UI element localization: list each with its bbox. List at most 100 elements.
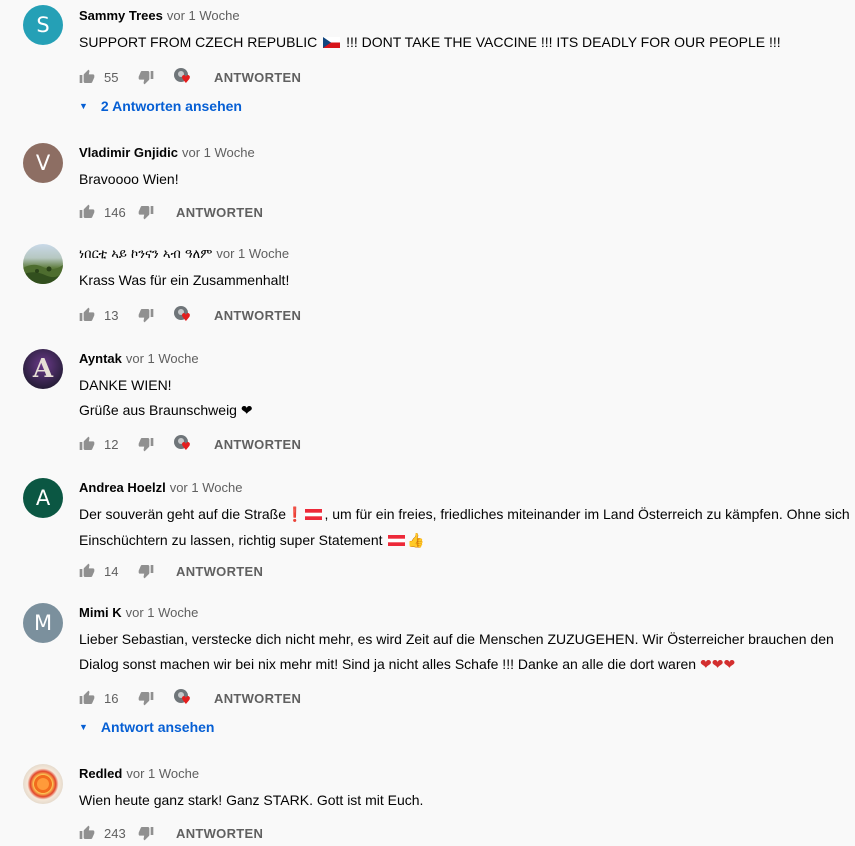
avatar[interactable] (23, 764, 63, 804)
comment-header: Sammy Trees vor 1 Woche (79, 8, 240, 24)
exclamation-emoji: ❗ (286, 507, 304, 523)
reply-button[interactable]: ANTWORTEN (176, 205, 263, 220)
comment-text-line: DANKE WIEN! (79, 377, 172, 393)
hearts-emoji: ❤❤❤ (699, 657, 736, 673)
comment-text: DANKE WIEN! Grüße aus Braunschweig ❤ (79, 373, 849, 424)
thumbs-down-icon[interactable] (138, 69, 154, 85)
author-name[interactable]: Vladimir Gnjidic (79, 145, 178, 160)
comment-text: Krass Was für ein Zusammenhalt! (79, 272, 290, 288)
author-name[interactable]: Ayntak (79, 351, 122, 366)
reply-button[interactable]: ANTWORTEN (176, 564, 263, 579)
landscape-avatar-icon (23, 264, 63, 284)
thumbs-up-icon[interactable] (79, 563, 95, 579)
avatar-letter: A (32, 354, 54, 384)
comment-text: Wien heute ganz stark! Ganz STARK. Gott … (79, 792, 424, 808)
avatar[interactable]: V (23, 143, 63, 183)
sun-avatar-icon (34, 775, 52, 793)
view-replies-label: 2 Antworten ansehen (100, 98, 242, 114)
thumbs-up-icon[interactable] (79, 204, 95, 220)
thumbs-up-emoji: 👍 (407, 533, 425, 549)
comment-time[interactable]: vor 1 Woche (126, 351, 199, 366)
comment-actions: 243 ANTWORTEN (79, 823, 263, 843)
comment-text: Der souverän geht auf die Straße❗ , um fü… (79, 502, 850, 554)
thumbs-up-icon[interactable] (79, 690, 95, 706)
like-count: 12 (104, 436, 119, 452)
comment-text: Lieber Sebastian, verstecke dich nicht m… (79, 627, 849, 678)
thumbs-down-icon[interactable] (138, 690, 154, 706)
thumbs-up-icon[interactable] (79, 307, 95, 323)
austria-flag-icon (305, 509, 323, 520)
comment-text-line: Lieber Sebastian, verstecke dich nicht m… (79, 631, 834, 647)
comment-time[interactable]: vor 1 Woche (167, 8, 240, 23)
view-replies-button[interactable]: ▼ Antwort ansehen (79, 719, 215, 735)
comment-text-part: !!! DONT TAKE THE VACCINE !!! ITS DEADLY… (342, 34, 781, 50)
comment-header: Ayntak vor 1 Woche (79, 351, 199, 367)
like-count: 146 (104, 204, 126, 220)
avatar[interactable] (23, 244, 63, 284)
creator-heart-icon: ♥ (174, 435, 192, 453)
avatar[interactable]: S (23, 5, 63, 45)
comment-text: Bravoooo Wien! (79, 171, 179, 187)
reply-button[interactable]: ANTWORTEN (176, 826, 263, 841)
avatar-letter: V (35, 151, 51, 175)
thumbs-down-icon[interactable] (138, 436, 154, 452)
thumbs-down-icon[interactable] (138, 204, 154, 220)
creator-heart-icon: ♥ (174, 689, 192, 707)
creator-heart-icon: ♥ (174, 306, 192, 324)
heart-emoji: ❤ (240, 403, 253, 419)
chevron-down-icon: ▼ (79, 101, 88, 111)
chevron-down-icon: ▼ (79, 722, 88, 732)
comment-text-line: Dialog sonst machen wir bei nix mehr mit… (79, 656, 700, 672)
author-name[interactable]: ነበርቲ ኣይ ኮንናን ኣብ ዓለም (79, 247, 212, 262)
author-name[interactable]: Sammy Trees (79, 8, 163, 23)
reply-button[interactable]: ANTWORTEN (214, 691, 301, 706)
thumbs-down-icon[interactable] (138, 307, 154, 323)
thumbs-down-icon[interactable] (138, 563, 154, 579)
reply-button[interactable]: ANTWORTEN (214, 308, 301, 323)
comment-actions: 55 ♥ ANTWORTEN (79, 67, 301, 87)
comment-actions: 13 ♥ ANTWORTEN (79, 305, 301, 325)
comment-text-line: Grüße aus Braunschweig (79, 402, 241, 418)
comment-header: Redled vor 1 Woche (79, 766, 199, 782)
thumbs-up-icon[interactable] (79, 69, 95, 85)
avatar-letter: M (33, 611, 53, 635)
comment-header: Andrea Hoelzl vor 1 Woche (79, 480, 242, 496)
comment-header: Vladimir Gnjidic vor 1 Woche (79, 145, 255, 161)
thumbs-down-icon[interactable] (138, 825, 154, 841)
comment-actions: 12 ♥ ANTWORTEN (79, 434, 301, 454)
avatar[interactable]: M (23, 603, 63, 643)
czech-flag-icon (323, 37, 341, 48)
comment-header: Mimi K vor 1 Woche (79, 605, 198, 621)
like-count: 14 (104, 563, 119, 579)
avatar-letter: A (35, 486, 51, 510)
comment-text-part: Einschüchtern zu lassen, richtig super S… (79, 532, 387, 548)
author-name[interactable]: Mimi K (79, 605, 122, 620)
comment-text-part: Der souverän geht auf die Straße (79, 506, 287, 522)
like-count: 243 (104, 825, 126, 841)
comment-text-part: , um für ein freies, friedliches miteina… (324, 506, 850, 522)
comment-time[interactable]: vor 1 Woche (126, 605, 199, 620)
avatar[interactable]: A (23, 349, 63, 389)
like-count: 55 (104, 69, 119, 85)
like-count: 13 (104, 307, 119, 323)
comment-time[interactable]: vor 1 Woche (126, 766, 199, 781)
comment-actions: 14 ANTWORTEN (79, 561, 263, 581)
comment-time[interactable]: vor 1 Woche (182, 145, 255, 160)
view-replies-button[interactable]: ▼ 2 Antworten ansehen (79, 98, 242, 114)
creator-heart-icon: ♥ (174, 68, 192, 86)
author-name[interactable]: Redled (79, 766, 122, 781)
view-replies-label: Antwort ansehen (100, 719, 215, 735)
reply-button[interactable]: ANTWORTEN (214, 70, 301, 85)
thumbs-up-icon[interactable] (79, 825, 95, 841)
comment-text-part: SUPPORT FROM CZECH REPUBLIC (79, 34, 322, 50)
austria-flag-icon (388, 535, 406, 546)
comment-time[interactable]: vor 1 Woche (216, 246, 289, 261)
comment-actions: 146 ANTWORTEN (79, 202, 263, 222)
comment-header: ነበርቲ ኣይ ኮንናን ኣብ ዓለም vor 1 Woche (79, 246, 289, 263)
author-name[interactable]: Andrea Hoelzl (79, 480, 166, 495)
comment-time[interactable]: vor 1 Woche (170, 480, 243, 495)
comment-text: SUPPORT FROM CZECH REPUBLIC !!! DONT TAK… (79, 30, 849, 55)
reply-button[interactable]: ANTWORTEN (214, 437, 301, 452)
thumbs-up-icon[interactable] (79, 436, 95, 452)
avatar[interactable]: A (23, 478, 63, 518)
